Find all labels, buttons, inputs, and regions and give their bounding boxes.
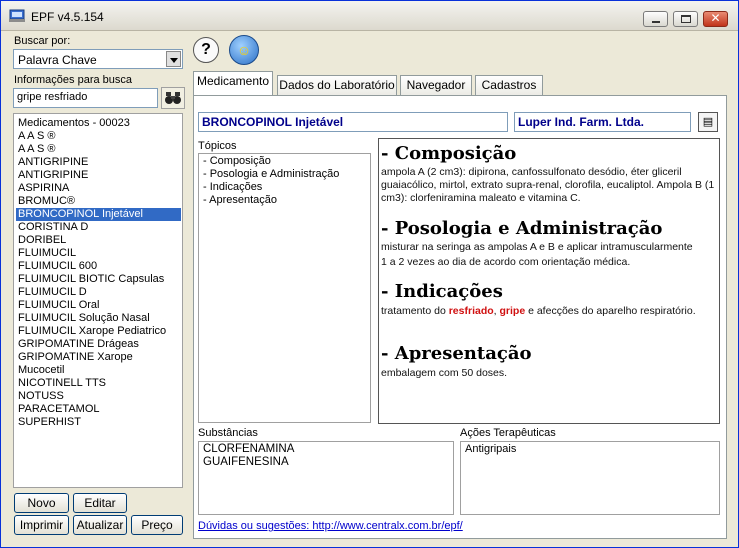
content-viewer[interactable]: - Composição ampola A (2 cm3): dipirona,… xyxy=(378,138,720,424)
chevron-down-icon[interactable] xyxy=(166,51,181,67)
medicamentos-list[interactable]: Medicamentos - 00023 A A S ® A A S ® ANTIG… xyxy=(13,113,183,488)
list-item[interactable]: DORIBEL xyxy=(16,234,181,247)
tab-cadastros[interactable]: Cadastros xyxy=(475,75,543,95)
list-item[interactable]: GRIPOMATINE Xarope xyxy=(16,351,181,364)
list-item[interactable]: FLUIMUCIL xyxy=(16,247,181,260)
list-item[interactable]: BRONCOPINOL Injetável xyxy=(16,208,181,221)
help-button[interactable]: ? xyxy=(193,37,219,63)
close-button[interactable]: ✕ xyxy=(703,11,728,27)
editar-button[interactable]: Editar xyxy=(73,493,127,513)
list-item[interactable]: FLUIMUCIL 600 xyxy=(16,260,181,273)
document-icon[interactable]: ▤ xyxy=(698,112,718,132)
tab-dados-laboratorio[interactable]: Dados do Laboratório xyxy=(277,75,397,95)
topico-item[interactable]: - Apresentação xyxy=(201,194,277,207)
topico-item[interactable]: - Posologia e Administração xyxy=(201,168,339,181)
highlight-gripe: gripe xyxy=(499,305,526,317)
novo-button[interactable]: Novo xyxy=(14,493,69,513)
list-item[interactable]: GRIPOMATINE Drágeas xyxy=(16,338,181,351)
topico-item[interactable]: - Indicações xyxy=(201,181,262,194)
indicacoes-pre: tratamento do xyxy=(381,305,449,317)
medicamento-panel: BRONCOPINOL Injetável Luper Ind. Farm. L… xyxy=(193,95,727,539)
maximize-button[interactable] xyxy=(673,11,698,27)
laboratorio-field[interactable]: Luper Ind. Farm. Ltda. xyxy=(514,112,691,132)
acao-item[interactable]: Antigripais xyxy=(463,443,516,456)
acoes-list[interactable]: Antigripais xyxy=(460,441,720,515)
list-item[interactable]: FLUIMUCIL Oral xyxy=(16,299,181,312)
tab-medicamento[interactable]: Medicamento xyxy=(193,71,273,95)
substancias-label: Substâncias xyxy=(198,427,258,439)
list-item[interactable]: ANTIGRIPINE xyxy=(16,156,181,169)
list-item[interactable]: FLUIMUCIL D xyxy=(16,286,181,299)
imprimir-button[interactable]: Imprimir xyxy=(14,515,69,535)
info-label: Informações para busca xyxy=(14,74,133,86)
posologia-line1: misturar na seringa as ampolas A e B e a… xyxy=(381,241,693,253)
minimize-button[interactable] xyxy=(643,11,668,27)
topicos-list[interactable]: - Composição - Posologia e Administração -… xyxy=(198,153,371,423)
buscar-label: Buscar por: xyxy=(14,35,71,47)
buscar-value: Palavra Chave xyxy=(18,53,97,67)
list-item[interactable]: FLUIMUCIL Xarope Pediatrico xyxy=(16,325,181,338)
list-item[interactable]: NOTUSS xyxy=(16,390,181,403)
list-item[interactable]: SUPERHIST xyxy=(16,416,181,429)
topicos-label: Tópicos xyxy=(198,140,237,152)
substancias-list[interactable]: CLORFENAMINA GUAIFENESINA xyxy=(198,441,454,515)
chat-icon[interactable]: ☺ xyxy=(229,35,259,65)
composicao-title: - Composição xyxy=(381,143,517,164)
list-item[interactable]: A A S ® xyxy=(16,143,181,156)
highlight-resfriado: resfriado xyxy=(448,305,494,317)
list-item[interactable]: ANTIGRIPINE xyxy=(16,169,181,182)
apresentacao-body: embalagem com 50 doses. xyxy=(381,367,508,379)
apresentacao-title: - Apresentação xyxy=(381,343,532,364)
list-item[interactable]: FLUIMUCIL BIOTIC Capsulas xyxy=(16,273,181,286)
list-item[interactable]: ASPIRINA xyxy=(16,182,181,195)
acoes-label: Ações Terapêuticas xyxy=(460,427,556,439)
search-input[interactable]: gripe resfriado xyxy=(13,88,158,108)
tab-navegador[interactable]: Navegador xyxy=(400,75,472,95)
buscar-dropdown[interactable]: Palavra Chave xyxy=(13,49,183,69)
substancia-item[interactable]: GUAIFENESINA xyxy=(201,456,289,469)
substancia-item[interactable]: CLORFENAMINA xyxy=(201,443,294,456)
indicacoes-post: e afecções do aparelho respiratório. xyxy=(525,305,696,317)
list-item[interactable]: BROMUC® xyxy=(16,195,181,208)
indicacoes-title: - Indicações xyxy=(381,281,503,302)
app-window: EPF v4.5.154 ✕ Buscar por: Palavra Chave… xyxy=(0,0,739,548)
window-title: EPF v4.5.154 xyxy=(31,10,104,24)
title-bar[interactable]: EPF v4.5.154 ✕ xyxy=(1,1,738,31)
medicamento-name-field[interactable]: BRONCOPINOL Injetável xyxy=(198,112,508,132)
binoculars-icon xyxy=(165,92,181,104)
list-item[interactable]: FLUIMUCIL Solução Nasal xyxy=(16,312,181,325)
indicacoes-body: tratamento do resfriado, gripe e afecçõe… xyxy=(381,305,717,318)
search-button[interactable] xyxy=(161,87,185,109)
list-item[interactable]: A A S ® xyxy=(16,130,181,143)
posologia-line2: 1 a 2 vezes ao dia de acordo com orienta… xyxy=(381,256,631,268)
list-item[interactable]: PARACETAMOL xyxy=(16,403,181,416)
atualizar-button[interactable]: Atualizar xyxy=(73,515,127,535)
preco-button[interactable]: Preço xyxy=(131,515,183,535)
list-item[interactable]: NICOTINELL TTS xyxy=(16,377,181,390)
list-header: Medicamentos - 00023 xyxy=(18,117,130,129)
topico-item[interactable]: - Composição xyxy=(201,155,271,168)
composicao-body: ampola A (2 cm3): dipirona, canfossulfon… xyxy=(381,166,715,204)
posologia-title: - Posologia e Administração xyxy=(381,218,663,239)
list-item[interactable]: Mucocetil xyxy=(16,364,181,377)
app-icon xyxy=(9,9,25,22)
close-icon: ✕ xyxy=(710,11,721,25)
suggestions-link[interactable]: Dúvidas ou sugestões: http://www.central… xyxy=(198,520,463,532)
list-item[interactable]: CORISTINA D xyxy=(16,221,181,234)
